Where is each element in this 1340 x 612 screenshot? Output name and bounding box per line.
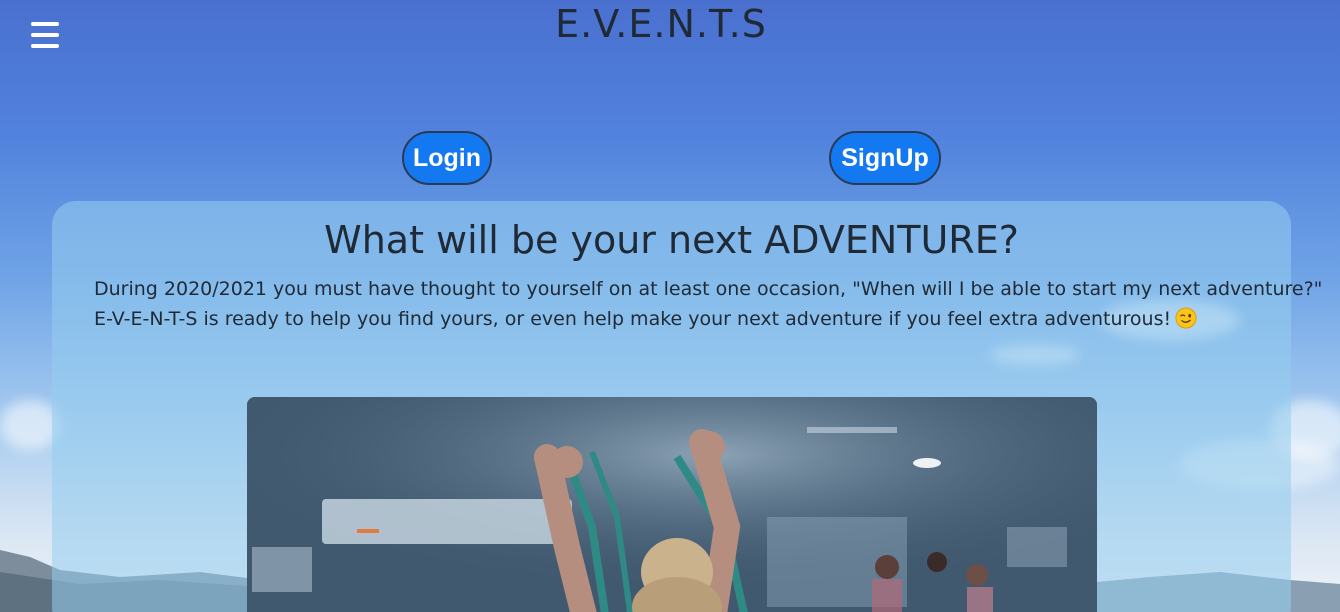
adventure-heading: What will be your next ADVENTURE?: [324, 218, 1019, 262]
login-button[interactable]: Login: [402, 131, 492, 185]
intro-line-2: E-V-E-N-T-S is ready to help you find yo…: [94, 308, 1172, 330]
cloud: [0, 400, 60, 450]
fitness-class-illustration: [247, 397, 1097, 612]
fitness-class-image: [247, 397, 1097, 612]
winking-face-icon: [1175, 307, 1197, 329]
intro-paragraph: During 2020/2021 you must have thought t…: [94, 274, 1323, 334]
signup-button[interactable]: SignUp: [829, 131, 941, 185]
intro-line-2-wrapper: E-V-E-N-T-S is ready to help you find yo…: [94, 304, 1274, 334]
intro-line-1: During 2020/2021 you must have thought t…: [94, 278, 1323, 300]
site-title: E.V.E.N.T.S: [555, 2, 767, 46]
